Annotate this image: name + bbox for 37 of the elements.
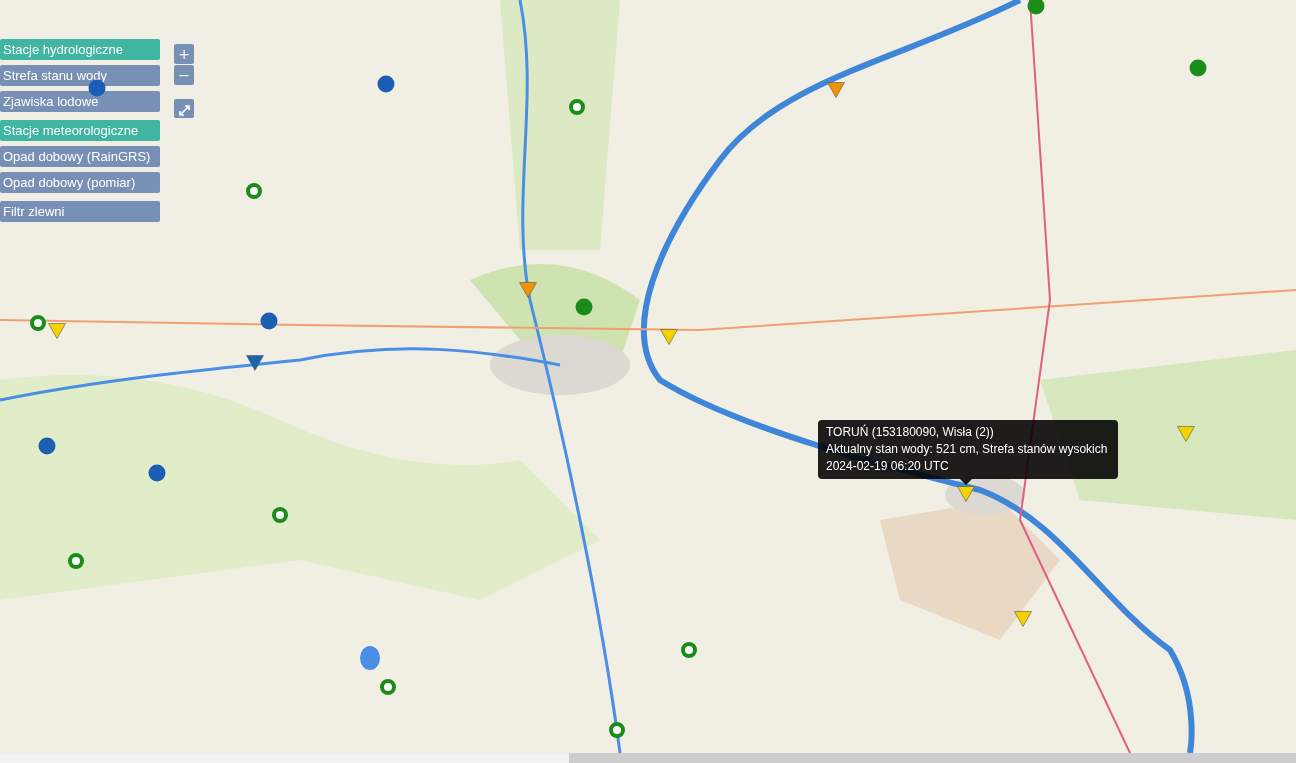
station-ring[interactable] <box>681 642 697 658</box>
zoom-out-button[interactable]: − <box>174 65 194 85</box>
station-ring[interactable] <box>246 183 262 199</box>
tooltip-text: TORUŃ (153180090, Wisła (2)) <box>826 424 995 441</box>
station-triangle[interactable] <box>660 329 678 345</box>
station-triangle[interactable] <box>519 282 537 298</box>
tooltip-text: Aktualny stan wody: 521 cm, Strefa stanów wysokich <box>826 441 1109 458</box>
station-dot[interactable] <box>575 298 593 316</box>
fullscreen-icon <box>178 104 190 116</box>
scrollbar-thumb[interactable] <box>569 753 1296 763</box>
station-triangle[interactable] <box>1177 426 1195 442</box>
station-triangle[interactable] <box>957 486 975 502</box>
station-dot[interactable] <box>1189 59 1207 77</box>
station-ring[interactable] <box>68 553 84 569</box>
layer-button[interactable]: Zjawiska lodowe <box>0 91 160 112</box>
station-ring[interactable] <box>609 722 625 738</box>
layer-button[interactable]: Strefa stanu wody <box>0 65 160 86</box>
station-triangle[interactable] <box>827 82 845 98</box>
zoom-in-button[interactable]: + <box>174 44 194 64</box>
station-triangle[interactable] <box>1014 611 1032 627</box>
layer-button[interactable]: Stacje meteorologiczne <box>0 120 160 141</box>
station-dot[interactable] <box>377 75 395 93</box>
fullscreen-button[interactable] <box>174 99 194 118</box>
layer-button[interactable]: Opad dobowy (pomiar) <box>0 172 160 193</box>
layer-button[interactable]: Opad dobowy (RainGRS) <box>0 146 160 167</box>
tooltip-text: 2024-02-19 06:20 UTC <box>826 458 950 475</box>
station-ring[interactable] <box>380 679 396 695</box>
station-triangle[interactable] <box>246 355 264 371</box>
station-dot[interactable] <box>260 312 278 330</box>
station-dot[interactable] <box>38 437 56 455</box>
station-dot[interactable] <box>148 464 166 482</box>
station-triangle[interactable] <box>48 323 66 339</box>
layer-button[interactable]: Filtr zlewni <box>0 201 160 222</box>
station-ring[interactable] <box>272 507 288 523</box>
layer-button[interactable]: Stacje hydrologiczne <box>0 39 160 60</box>
station-ring[interactable] <box>569 99 585 115</box>
station-ring[interactable] <box>30 315 46 331</box>
